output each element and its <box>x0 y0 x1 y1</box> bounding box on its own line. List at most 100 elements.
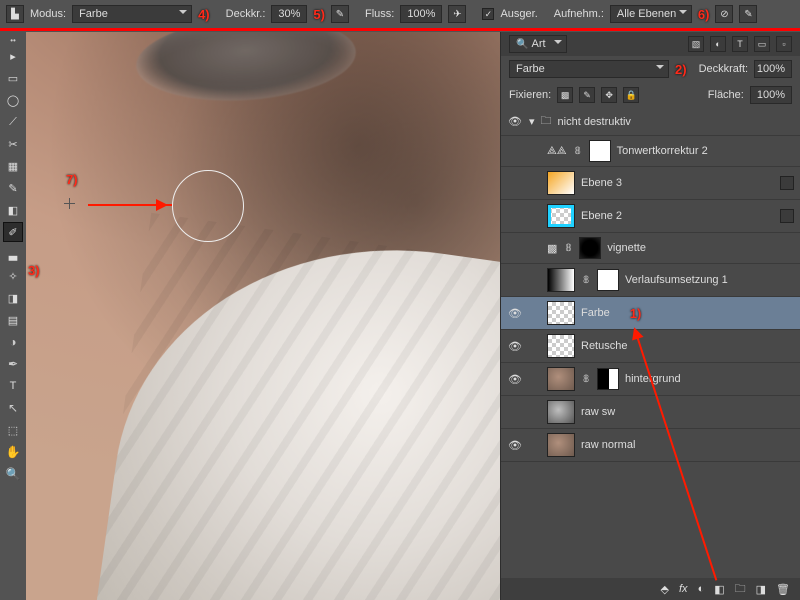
layer-thumb[interactable] <box>547 433 575 457</box>
crop-tool[interactable]: ✂ <box>3 134 23 154</box>
gradient-tool[interactable]: ◨ <box>3 288 23 308</box>
collapse-icon[interactable]: •• <box>3 36 23 44</box>
link-icon[interactable]: 𝟠 <box>581 275 591 286</box>
shape-tool[interactable]: ⬚ <box>3 420 23 440</box>
adjust-icon: ▩ <box>547 242 557 255</box>
adjustment-icon[interactable]: ◧ <box>714 583 724 596</box>
mode-label: Modus: <box>30 8 66 20</box>
visibility-icon[interactable]: 👁 <box>507 340 523 353</box>
heal-tool[interactable]: ✎ <box>3 178 23 198</box>
type-tool[interactable]: T <box>3 376 23 396</box>
trash-icon[interactable]: 🗑 <box>776 583 790 596</box>
link-icon[interactable]: 𝟠 <box>563 243 573 254</box>
layer-thumb[interactable] <box>547 334 575 358</box>
link-layers-icon[interactable]: ⬘ <box>661 583 669 596</box>
layer-row[interactable]: 👁 Retusche <box>501 330 800 363</box>
canvas[interactable]: 7) <box>26 32 500 600</box>
blur-tool[interactable]: ▤ <box>3 310 23 330</box>
visibility-icon[interactable]: 👁 <box>507 373 523 386</box>
lasso-tool[interactable]: ◯ <box>3 90 23 110</box>
airbrush-icon[interactable]: ✈ <box>448 5 466 23</box>
sample-value: Alle Ebenen <box>617 8 676 20</box>
layer-row[interactable]: ▩ 𝟠 vignette <box>501 233 800 264</box>
layer-aux-icon[interactable] <box>780 209 794 223</box>
layer-mask[interactable] <box>597 269 619 291</box>
layer-opacity-label: Deckkraft: <box>699 63 749 75</box>
blend-mode-dropdown[interactable]: Farbe <box>509 60 669 78</box>
layer-thumb[interactable] <box>547 204 575 228</box>
lock-pixels-icon[interactable]: ✎ <box>579 87 595 103</box>
sample-dropdown[interactable]: Alle Ebenen <box>610 5 692 23</box>
fx-icon[interactable]: fx <box>679 583 688 595</box>
eraser-tool[interactable]: ✧ <box>3 266 23 286</box>
pressure-size-icon[interactable]: ✎ <box>739 5 757 23</box>
layer-thumb[interactable] <box>547 400 575 424</box>
fill-input[interactable]: 100% <box>750 86 792 104</box>
lock-pos-icon[interactable]: ✥ <box>601 87 617 103</box>
history-brush-tool[interactable]: ▃ <box>3 244 23 264</box>
mask-icon[interactable]: ◐ <box>698 583 705 595</box>
tools-toolbar: •• ▸ ▭ ◯ ⟋ ✂ ▦ ✎ ◧ ✐ ▃ ✧ ◨ ▤ ◑ ✒ T ↖ ⬚ ✋… <box>0 32 26 600</box>
zoom-tool[interactable]: 🔍 <box>3 464 23 484</box>
opacity-label: Deckkr.: <box>226 8 266 20</box>
link-icon[interactable]: 𝟠 <box>573 146 583 157</box>
lock-trans-icon[interactable]: ▩ <box>557 87 573 103</box>
annotation-2: 2) <box>675 62 687 77</box>
layer-row[interactable]: Ebene 3 <box>501 167 800 200</box>
visibility-icon[interactable]: 👁 <box>507 307 523 320</box>
eyedropper-tool[interactable]: ▦ <box>3 156 23 176</box>
dodge-tool[interactable]: ◑ <box>3 332 23 352</box>
layer-thumb[interactable] <box>547 171 575 195</box>
layer-name: raw sw <box>581 406 615 418</box>
opacity-input[interactable]: 30% <box>271 5 307 23</box>
chevron-down-icon[interactable]: ▾ <box>529 115 535 128</box>
layer-row[interactable]: 👁 raw normal <box>501 429 800 462</box>
layer-row[interactable]: raw sw <box>501 396 800 429</box>
new-layer-icon[interactable]: ◨ <box>756 583 766 596</box>
pen-tool[interactable]: ✒ <box>3 354 23 374</box>
layer-row[interactable]: 👁 Farbe 1) <box>501 297 800 330</box>
visibility-icon[interactable]: 👁 <box>507 439 523 452</box>
marquee-tool[interactable]: ▭ <box>3 68 23 88</box>
filter-adjust-icon[interactable]: ◐ <box>710 36 726 52</box>
clone-stamp-tool[interactable]: ✐ <box>3 222 23 242</box>
annotation-1: 1) <box>630 306 642 321</box>
ignore-adjustment-icon[interactable]: ⊘ <box>715 5 733 23</box>
brush-tool[interactable]: ◧ <box>3 200 23 220</box>
layer-filter-dropdown[interactable]: 🔍 Art <box>509 35 567 53</box>
lock-all-icon[interactable]: 🔒 <box>623 87 639 103</box>
layer-row[interactable]: 𝟠 Verlaufsumsetzung 1 <box>501 264 800 297</box>
visibility-icon[interactable]: 👁 <box>507 115 523 128</box>
hand-tool[interactable]: ✋ <box>3 442 23 462</box>
filter-type-icon[interactable]: T <box>732 36 748 52</box>
path-select-tool[interactable]: ↖ <box>3 398 23 418</box>
filter-shape-icon[interactable]: ▭ <box>754 36 770 52</box>
arrow-7 <box>88 204 172 206</box>
tool-preset-icon[interactable]: ▙ <box>6 5 24 23</box>
layer-aux-icon[interactable] <box>780 176 794 190</box>
group-icon[interactable]: 🗀 <box>735 580 746 599</box>
flow-input[interactable]: 100% <box>400 5 442 23</box>
layer-name: vignette <box>607 242 646 254</box>
layer-thumb[interactable] <box>547 268 575 292</box>
filter-image-icon[interactable]: ▧ <box>688 36 704 52</box>
mode-value: Farbe <box>79 8 108 20</box>
wand-tool[interactable]: ⟋ <box>3 112 23 132</box>
filter-smart-icon[interactable]: ▫ <box>776 36 792 52</box>
layer-mask[interactable] <box>579 237 601 259</box>
aligned-checkbox[interactable]: ✓ <box>482 8 494 20</box>
layer-thumb[interactable] <box>547 301 575 325</box>
link-icon[interactable]: 𝟠 <box>581 374 591 385</box>
move-tool[interactable]: ▸ <box>3 46 23 66</box>
layer-row[interactable]: ⟁⟁ 𝟠 Tonwertkorrektur 2 <box>501 136 800 167</box>
layer-opacity-input[interactable]: 100% <box>754 60 792 78</box>
pressure-opacity-icon[interactable]: ✎ <box>331 5 349 23</box>
layer-mask[interactable] <box>589 140 611 162</box>
layer-opacity-value: 100% <box>757 63 785 75</box>
layer-group[interactable]: 👁 ▾ 🗀 nicht destruktiv <box>501 108 800 136</box>
mode-dropdown[interactable]: Farbe <box>72 5 192 23</box>
layer-mask[interactable] <box>597 368 619 390</box>
layer-thumb[interactable] <box>547 367 575 391</box>
layer-row[interactable]: Ebene 2 <box>501 200 800 233</box>
opacity-value: 30% <box>278 8 300 20</box>
